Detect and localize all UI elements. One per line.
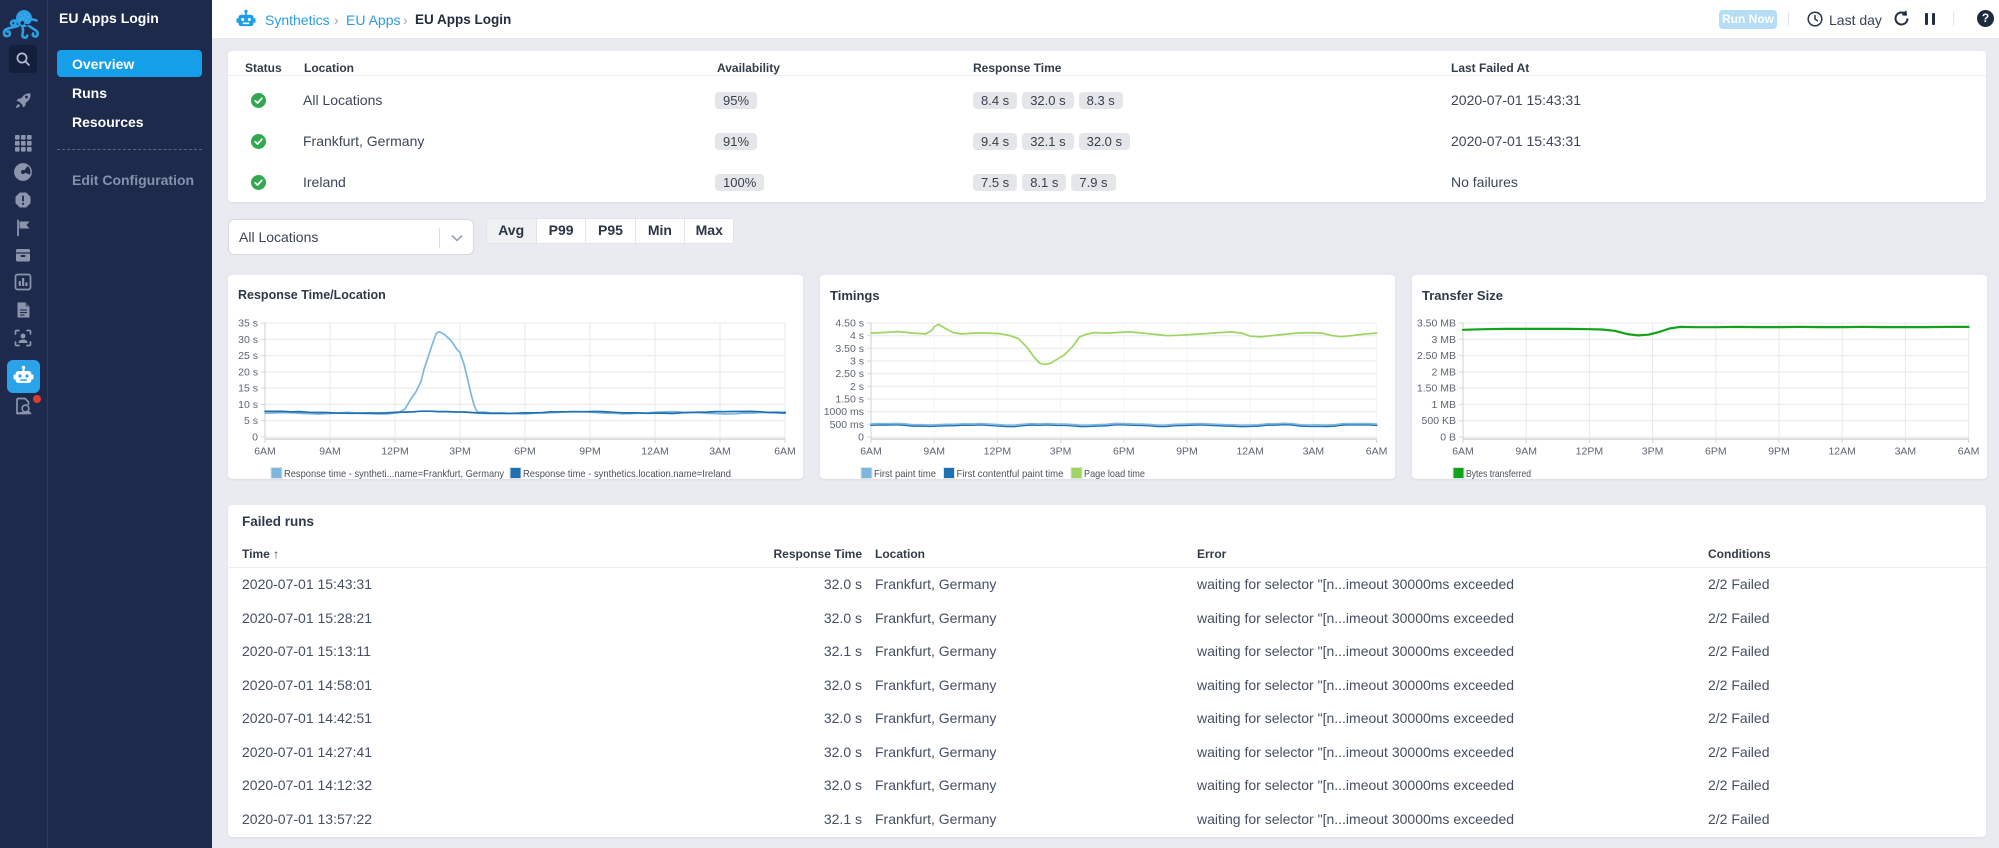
svg-text:6AM: 6AM [1452,446,1474,458]
svg-text:12PM: 12PM [1576,446,1603,458]
svg-text:2 MB: 2 MB [1431,366,1456,378]
svg-text:Response time - syntheti...nam: Response time - syntheti...name=Frankfur… [284,468,505,479]
svg-text:500 KB: 500 KB [1422,415,1456,427]
svg-text:Response time - synthetics.loc: Response time - synthetics.location.name… [523,468,731,479]
svg-text:3AM: 3AM [1303,446,1325,458]
svg-text:15 s: 15 s [238,383,258,395]
svg-text:3.50 s: 3.50 s [835,343,864,355]
svg-text:3PM: 3PM [449,446,471,458]
svg-text:6PM: 6PM [1705,446,1727,458]
svg-text:35 s: 35 s [238,318,258,330]
svg-text:1.50 s: 1.50 s [835,394,864,406]
svg-text:1.50 MB: 1.50 MB [1417,383,1456,395]
svg-text:2.50 s: 2.50 s [835,368,864,380]
svg-text:First paint time: First paint time [874,468,936,479]
svg-text:30 s: 30 s [238,334,258,346]
svg-text:6PM: 6PM [514,446,536,458]
svg-text:3PM: 3PM [1050,446,1072,458]
svg-text:3 s: 3 s [850,356,864,368]
svg-text:3PM: 3PM [1642,446,1664,458]
svg-text:9AM: 9AM [319,446,341,458]
svg-text:10 s: 10 s [238,399,258,411]
svg-text:9PM: 9PM [1768,446,1790,458]
svg-text:25 s: 25 s [238,350,258,362]
svg-text:1 MB: 1 MB [1431,399,1456,411]
svg-text:9AM: 9AM [1515,446,1537,458]
svg-text:4.50 s: 4.50 s [835,318,864,330]
svg-text:6PM: 6PM [1113,446,1135,458]
svg-text:12AM: 12AM [641,446,668,458]
svg-text:9PM: 9PM [1176,446,1198,458]
svg-text:500 ms: 500 ms [830,419,864,431]
svg-text:12PM: 12PM [381,446,408,458]
svg-text:4 s: 4 s [850,330,864,342]
svg-text:9AM: 9AM [923,446,945,458]
svg-text:0: 0 [252,432,258,444]
svg-text:6AM: 6AM [860,446,882,458]
svg-text:6AM: 6AM [1958,446,1980,458]
svg-text:6AM: 6AM [1366,446,1388,458]
svg-text:Bytes transferred: Bytes transferred [1466,468,1531,479]
svg-text:1000 ms: 1000 ms [824,406,864,418]
svg-text:12AM: 12AM [1828,446,1855,458]
svg-text:12AM: 12AM [1236,446,1263,458]
svg-text:20 s: 20 s [238,366,258,378]
svg-text:Page load time: Page load time [1084,468,1145,479]
svg-text:0: 0 [858,432,864,444]
svg-text:6AM: 6AM [254,446,276,458]
svg-text:3AM: 3AM [709,446,731,458]
svg-text:9PM: 9PM [579,446,601,458]
svg-text:5 s: 5 s [244,415,258,427]
svg-text:2 s: 2 s [850,381,864,393]
svg-text:12PM: 12PM [984,446,1011,458]
svg-text:3 MB: 3 MB [1431,334,1456,346]
svg-text:3.50 MB: 3.50 MB [1417,318,1456,330]
svg-text:0 B: 0 B [1440,432,1456,444]
svg-text:6AM: 6AM [774,446,796,458]
svg-text:First contentful paint time: First contentful paint time [957,468,1064,479]
svg-text:2.50 MB: 2.50 MB [1417,350,1456,362]
svg-text:3AM: 3AM [1895,446,1917,458]
